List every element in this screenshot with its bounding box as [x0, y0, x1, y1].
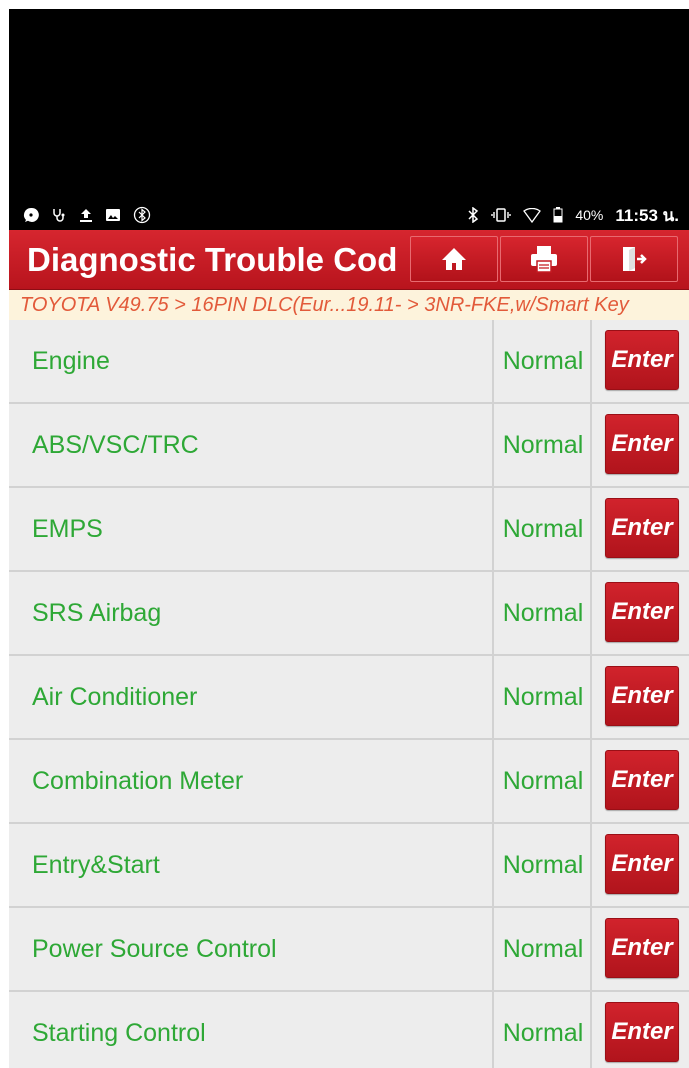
status-text: Normal: [496, 740, 592, 822]
wifi-icon: [523, 207, 542, 223]
enter-button[interactable]: Enter: [605, 1002, 679, 1062]
list-item: Power Source Control Normal Enter: [9, 908, 689, 992]
upload-icon: [79, 207, 93, 223]
status-text: Normal: [496, 824, 592, 906]
status-text: Normal: [496, 572, 592, 654]
battery-percentage: 40%: [575, 207, 604, 223]
status-text: Normal: [496, 992, 592, 1068]
status-text: Normal: [496, 320, 592, 402]
system-name: EMPS: [9, 488, 494, 570]
list-item: ABS/VSC/TRC Normal Enter: [9, 404, 689, 488]
system-name: Air Conditioner: [9, 656, 494, 738]
list-item: Air Conditioner Normal Enter: [9, 656, 689, 740]
status-text: Normal: [496, 656, 592, 738]
system-list: Engine Normal Enter ABS/VSC/TRC Normal E…: [9, 320, 689, 1068]
title-bar: Diagnostic Trouble Cod: [9, 230, 689, 290]
list-item: Engine Normal Enter: [9, 320, 689, 404]
enter-button[interactable]: Enter: [605, 582, 679, 642]
status-bar-system: 40% 11:53 น.: [467, 202, 679, 229]
enter-button[interactable]: Enter: [605, 918, 679, 978]
status-text: Normal: [496, 404, 592, 486]
enter-button[interactable]: Enter: [605, 666, 679, 726]
system-name: Power Source Control: [9, 908, 494, 990]
list-item: EMPS Normal Enter: [9, 488, 689, 572]
status-text: Normal: [496, 488, 592, 570]
chat-icon: [23, 207, 39, 223]
stethoscope-icon: [51, 207, 67, 223]
app-screen: 40% 11:53 น. Diagnostic Trouble Cod TOYO…: [9, 9, 689, 1068]
enter-button[interactable]: Enter: [605, 750, 679, 810]
breadcrumb: TOYOTA V49.75 > 16PIN DLC(Eur...19.11- >…: [9, 290, 689, 320]
exit-icon: [619, 244, 649, 274]
list-item: SRS Airbag Normal Enter: [9, 572, 689, 656]
system-name: Entry&Start: [9, 824, 494, 906]
system-name: SRS Airbag: [9, 572, 494, 654]
system-name: Starting Control: [9, 992, 494, 1068]
bluetooth-icon: [467, 207, 479, 223]
battery-icon: [553, 207, 563, 223]
print-icon: [528, 244, 560, 274]
enter-button[interactable]: Enter: [605, 498, 679, 558]
status-bar-notifications: [23, 206, 151, 224]
home-icon: [439, 245, 469, 273]
enter-button[interactable]: Enter: [605, 414, 679, 474]
list-item: Entry&Start Normal Enter: [9, 824, 689, 908]
enter-button[interactable]: Enter: [605, 330, 679, 390]
system-name: Engine: [9, 320, 494, 402]
system-name: Combination Meter: [9, 740, 494, 822]
status-text: Normal: [496, 908, 592, 990]
exit-button[interactable]: [590, 236, 678, 282]
status-bar: 40% 11:53 น.: [9, 200, 689, 230]
bluetooth-circle-icon: [133, 206, 151, 224]
image-icon: [105, 208, 121, 222]
blank-display-area: [9, 9, 689, 200]
clock: 11:53 น.: [615, 205, 679, 225]
list-item: Starting Control Normal Enter: [9, 992, 689, 1068]
home-button[interactable]: [410, 236, 498, 282]
system-name: ABS/VSC/TRC: [9, 404, 494, 486]
vibrate-icon: [491, 207, 512, 223]
enter-button[interactable]: Enter: [605, 834, 679, 894]
print-button[interactable]: [500, 236, 588, 282]
page-title: Diagnostic Trouble Cod: [27, 241, 398, 278]
list-item: Combination Meter Normal Enter: [9, 740, 689, 824]
